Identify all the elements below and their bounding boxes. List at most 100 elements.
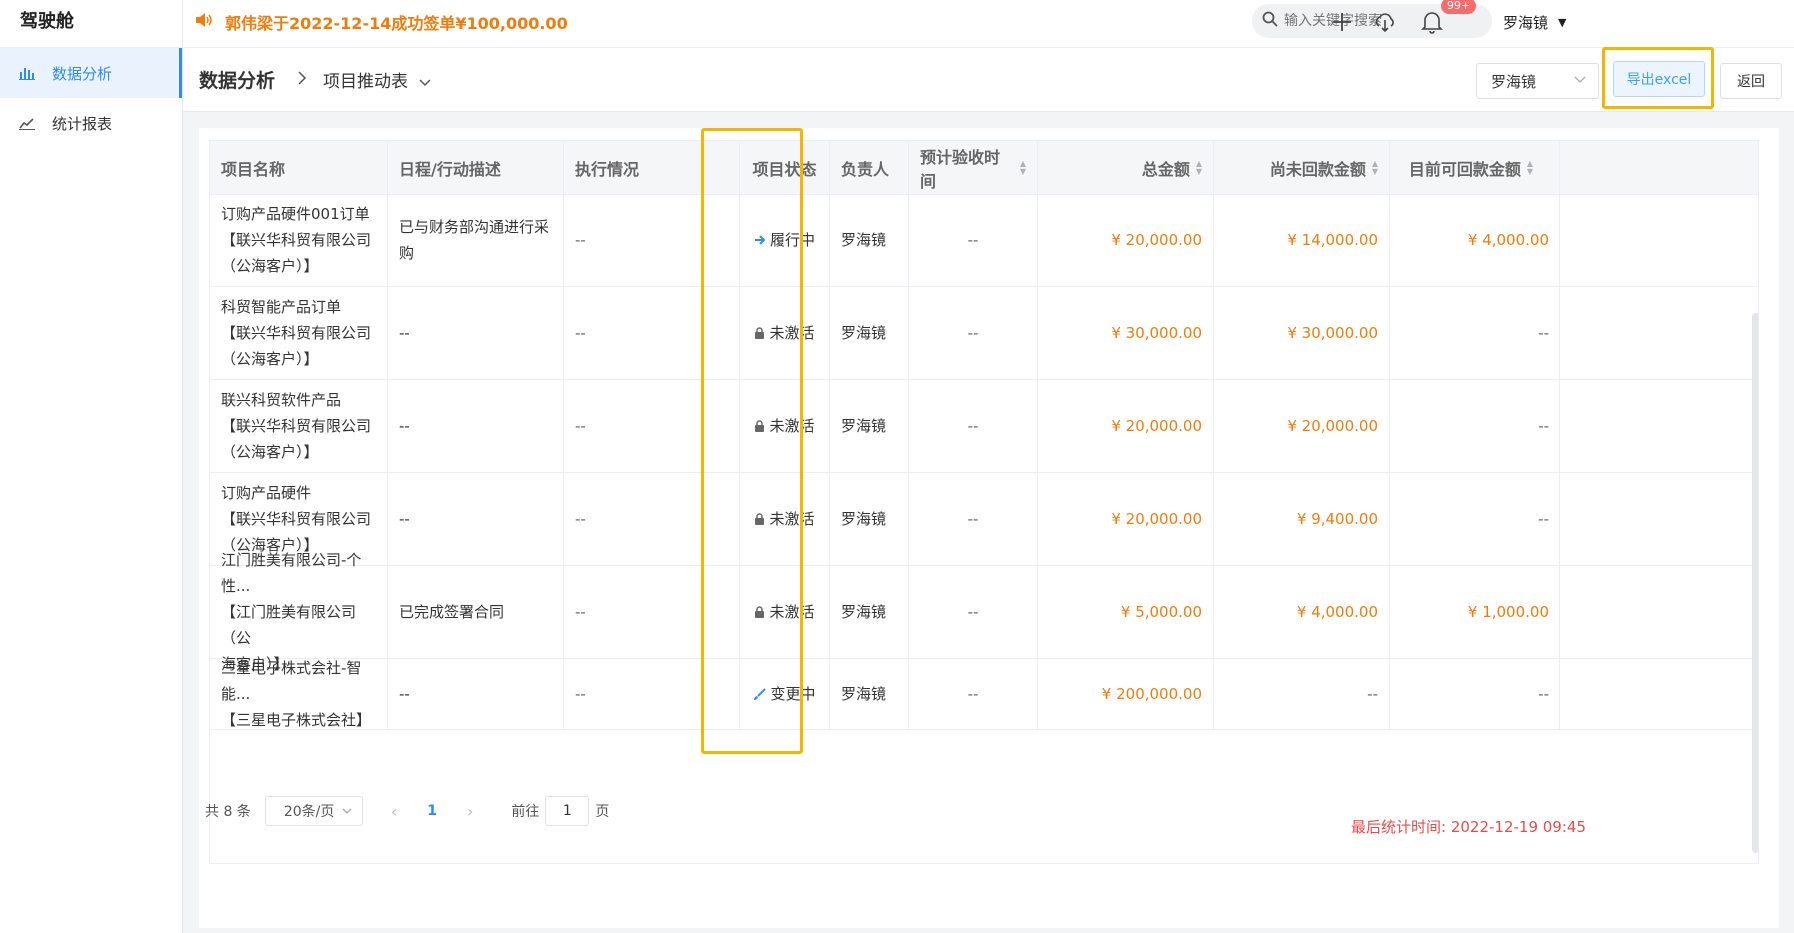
cell-status: 未激活 [740, 380, 830, 472]
column-header-sortable[interactable]: 目前可回款金额 ▲ ▼ [1390, 141, 1560, 195]
cell-description: 已完成签署合同 [388, 566, 564, 658]
total-count: 共 8 条 [205, 804, 251, 820]
chevron-down-icon [419, 76, 431, 90]
person-select[interactable]: 罗海镜 [1476, 63, 1599, 99]
cell-description: -- [388, 659, 564, 729]
back-button[interactable]: 返回 [1720, 63, 1782, 99]
unpaid-amount: ¥ 14,000.00 [1287, 231, 1378, 249]
goto-page-input[interactable]: 1 [545, 796, 590, 826]
cell-owner: 罗海镜 [830, 380, 909, 472]
receivable-amount: ¥ 1,000.00 [1467, 603, 1549, 621]
cell-execution: -- [564, 287, 740, 379]
cell-receivable-amount: ¥ 4,000.00 [1390, 194, 1560, 286]
project-table: 项目名称 日程/行动描述 执行情况 项目状态 负责人 预计验收时间 ▲ ▼ 总金额… [209, 140, 1759, 864]
unpaid-amount: ¥ 4,000.00 [1296, 603, 1378, 621]
bar-chart-icon [18, 64, 36, 82]
sidebar: 驾驶舱 数据分析 统计报表 [0, 0, 183, 933]
add-icon[interactable] [1328, 8, 1356, 36]
column-header-sortable[interactable]: 预计验收时间 ▲ ▼ [909, 141, 1038, 195]
table-header: 项目名称 日程/行动描述 执行情况 项目状态 负责人 预计验收时间 ▲ ▼ 总金额… [210, 141, 1758, 195]
next-page-icon[interactable]: › [467, 802, 473, 821]
sidebar-item-statistics-report[interactable]: 统计报表 [0, 98, 182, 148]
sidebar-item-label: 统计报表 [52, 114, 113, 133]
chevron-right-icon [297, 70, 307, 90]
lock-icon [754, 606, 765, 618]
column-header-sortable[interactable]: 尚未回款金额 ▲ ▼ [1214, 141, 1390, 195]
sort-icon: ▲ ▼ [1195, 159, 1202, 176]
cell-accept-time: -- [909, 473, 1038, 565]
accept-time-text: -- [967, 417, 979, 435]
cell-receivable-amount: -- [1390, 473, 1560, 565]
signing-notice: 郭伟梁于2022-12-14成功签单¥100,000.00 [195, 10, 568, 34]
cell-project-name: 联兴科贸软件产品 【联兴华科贸有限公司 （公海客户）】 [210, 380, 388, 472]
cell-project-name: 江门胜美有限公司-个性... 【江门胜美有限公司（公 海客户）】 [210, 551, 388, 673]
table-row: 联兴科贸软件产品 【联兴华科贸有限公司 （公海客户）】 -- -- 未激活 罗海镜 -- ¥ 2… [210, 380, 1758, 473]
report-selector[interactable]: 项目推动表 [323, 67, 431, 92]
project-name-line: （公海客户）】 [221, 443, 319, 461]
project-name[interactable]: 联兴科贸软件产品 【联兴华科贸有限公司 （公海客户）】 [221, 387, 371, 465]
sort-icon: ▲ ▼ [1371, 159, 1378, 176]
description-text: -- [399, 685, 410, 703]
status-text: 未激活 [769, 510, 815, 528]
status-text: 变更中 [770, 685, 816, 703]
description-text: -- [399, 417, 410, 435]
person-select-value: 罗海镜 [1491, 72, 1537, 91]
cell-status: 未激活 [740, 287, 830, 379]
project-name-line: （公海客户）】 [221, 257, 319, 275]
owner-text: 罗海镜 [841, 417, 887, 435]
export-excel-button[interactable]: 导出excel [1613, 61, 1705, 97]
cell-status: 变更中 [740, 659, 830, 729]
project-name[interactable]: 科贸智能产品订单 【联兴华科贸有限公司 （公海客户）】 [221, 294, 371, 372]
unpaid-amount: ¥ 9,400.00 [1296, 510, 1378, 528]
cell-total-amount: ¥ 5,000.00 [1038, 566, 1214, 658]
column-header-label: 尚未回款金额 [1269, 160, 1366, 179]
project-name[interactable]: 订购产品硬件001订单 【联兴华科贸有限公司 （公海客户）】 [221, 201, 371, 279]
goto-label: 前往 [511, 804, 540, 820]
cell-project-name: 三星电子株式会社-智能... 【三星电子株式会社】 [210, 659, 388, 729]
status-text: 未激活 [769, 603, 815, 621]
project-name-line: 联兴科贸软件产品 [221, 391, 342, 409]
cell-total-amount: ¥ 200,000.00 [1038, 659, 1214, 729]
bell-icon[interactable] [1418, 8, 1446, 36]
vertical-scrollbar[interactable] [1752, 313, 1758, 853]
column-header-sortable[interactable]: 总金额 ▲ ▼ [1038, 141, 1214, 195]
cell-unpaid-amount: ¥ 4,000.00 [1214, 566, 1390, 658]
sort-icon: ▲ ▼ [1019, 159, 1026, 176]
cell-owner: 罗海镜 [830, 194, 909, 286]
app-root: 驾驶舱 数据分析 统计报表 郭伟梁于2022-12-14成功签单¥100,000… [0, 0, 1794, 933]
cloud-download-icon[interactable] [1371, 8, 1399, 36]
cell-unpaid-amount: ¥ 30,000.00 [1214, 287, 1390, 379]
top-bar: 郭伟梁于2022-12-14成功签单¥100,000.00 99+ 罗海镜 ▼ [183, 0, 1794, 48]
accept-time-text: -- [967, 603, 979, 621]
cell-project-name: 科贸智能产品订单 【联兴华科贸有限公司 （公海客户）】 [210, 287, 388, 379]
receivable-amount: -- [1538, 685, 1549, 703]
sidebar-item-label: 数据分析 [52, 64, 113, 83]
current-page[interactable]: 1 [427, 803, 437, 819]
lock-icon [754, 327, 765, 339]
goto-page: 前往 1 页 [511, 796, 609, 826]
cell-receivable-amount: -- [1390, 287, 1560, 379]
search-icon [1262, 11, 1278, 31]
line-chart-icon [18, 114, 36, 132]
receivable-amount: -- [1538, 510, 1549, 528]
breadcrumb: 数据分析 项目推动表 [199, 66, 431, 93]
main-area: 数据分析 项目推动表 罗海镜 导出excel 返回 项目名称 日程/行动描述 执… [183, 47, 1794, 933]
cell-description: -- [388, 473, 564, 565]
table-body: 【科兴环保生态有限公司】----履行中罗海镜--¥ 52,000.00¥ 52,… [210, 141, 1758, 730]
status-text: 履行中 [769, 231, 815, 249]
project-name[interactable]: 三星电子株式会社-智能... 【三星电子株式会社】 [221, 655, 376, 733]
sidebar-item-data-analysis[interactable]: 数据分析 [0, 48, 182, 98]
cell-status: 未激活 [740, 473, 830, 565]
export-highlight: 导出excel [1602, 47, 1714, 109]
prev-page-icon[interactable]: ‹ [391, 802, 397, 821]
status-text: 未激活 [769, 324, 815, 342]
report-selector-label: 项目推动表 [323, 72, 409, 92]
page-size-select[interactable]: 20条/页 [264, 796, 363, 826]
owner-text: 罗海镜 [841, 324, 887, 342]
column-header: 执行情况 [564, 141, 740, 195]
user-menu[interactable]: 罗海镜 ▼ [1503, 12, 1566, 33]
project-name-line: 订购产品硬件 [221, 484, 312, 502]
cell-execution: -- [564, 473, 740, 565]
column-header-label: 预计验收时间 [920, 148, 1001, 191]
project-name-line: 三星电子株式会社-智能... [221, 659, 362, 703]
